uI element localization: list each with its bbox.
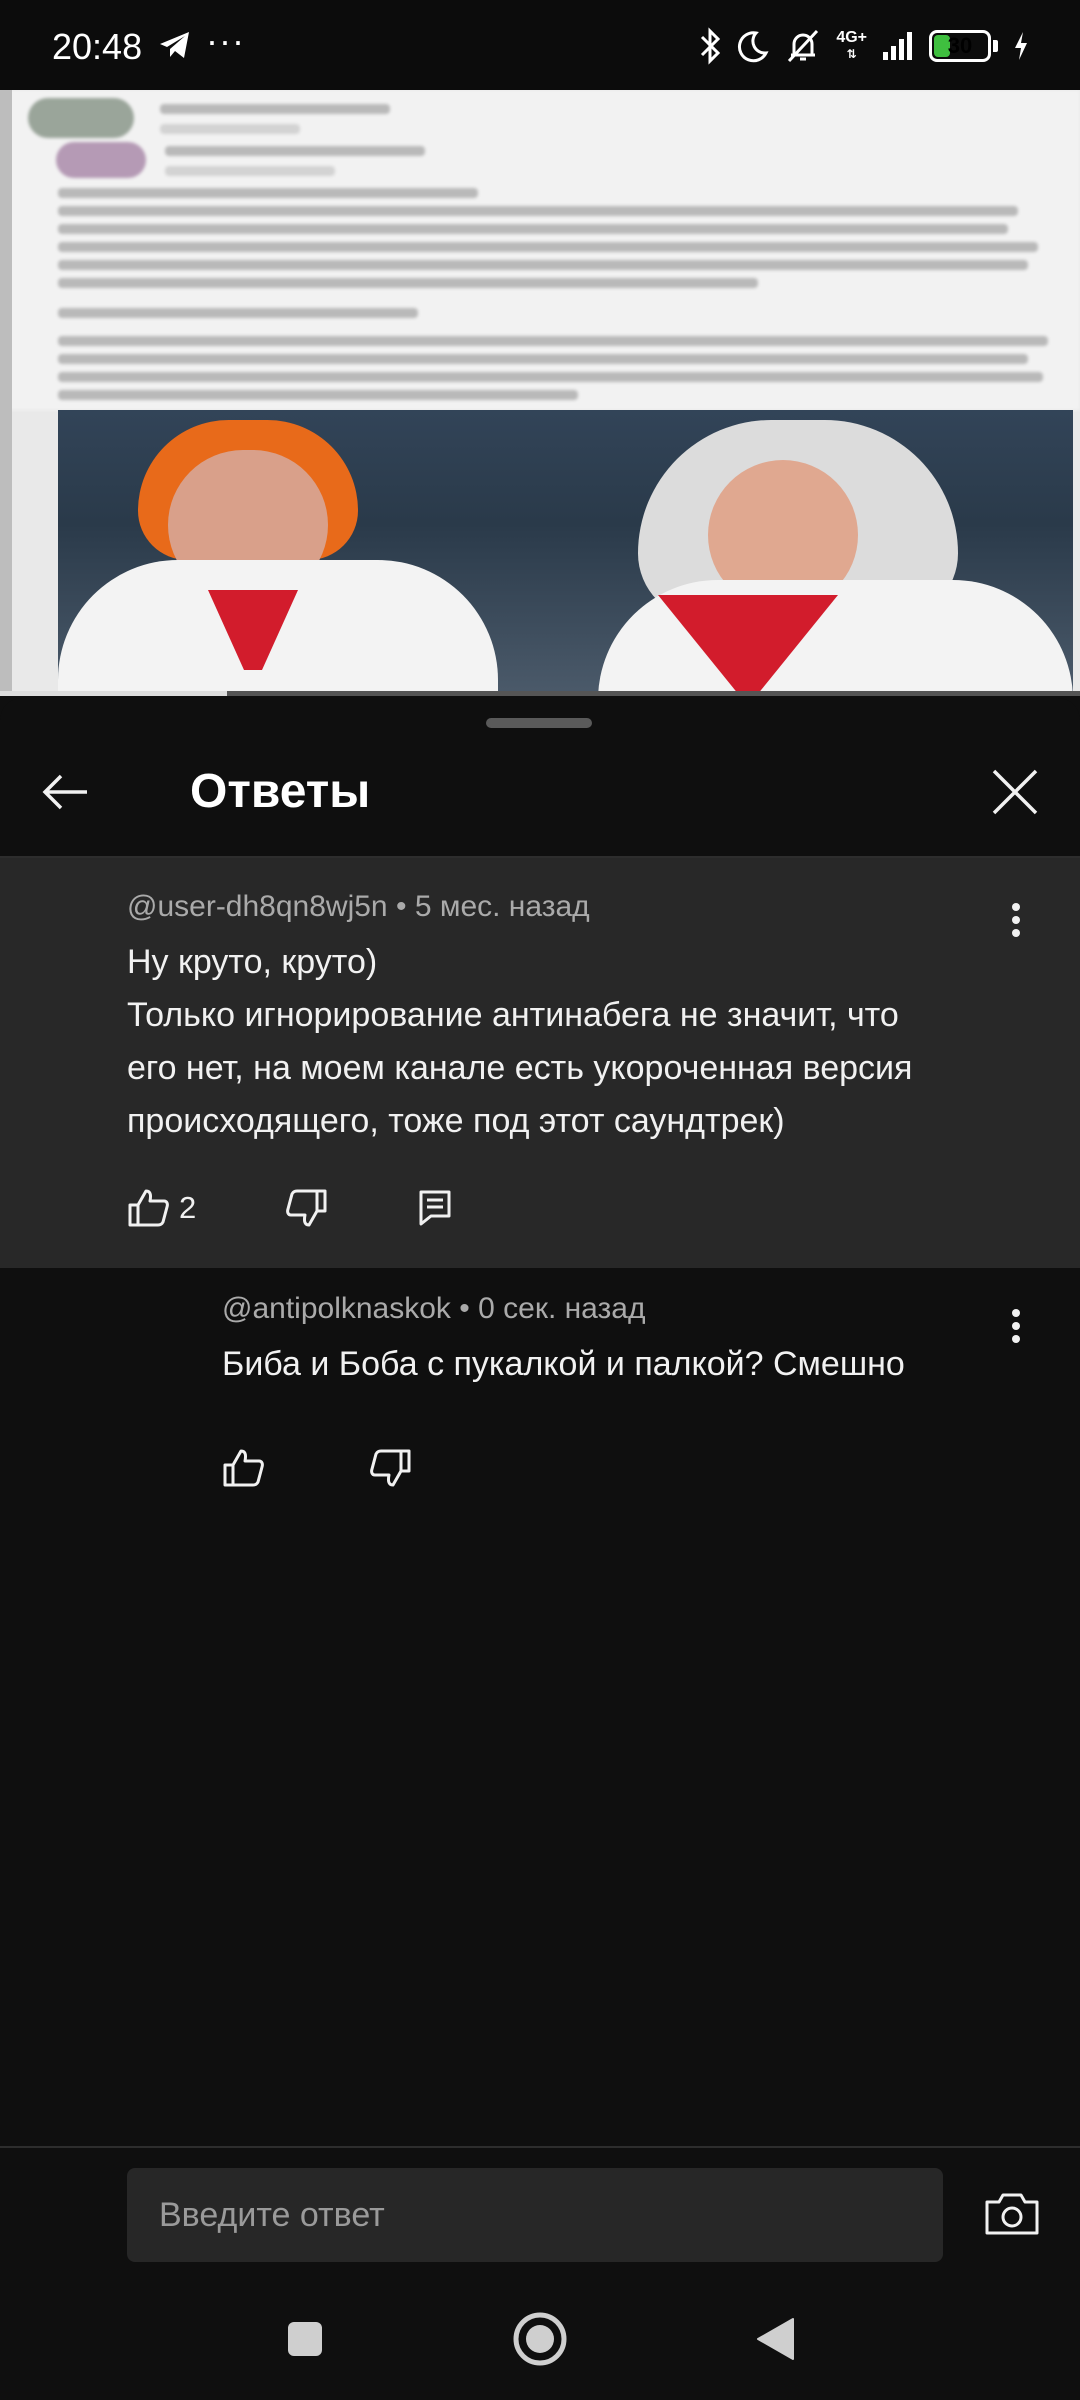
thumb-down-icon [286, 1189, 327, 1227]
reply-input[interactable] [127, 2168, 943, 2262]
clock: 20:48 [52, 26, 143, 67]
system-nav-bar [0, 2276, 1080, 2400]
arrow-left-icon [42, 774, 87, 810]
telegram-icon [160, 32, 189, 58]
replies-sheet: Ответы @user-dh8qn8wj5n • 5 мес. назад Н… [0, 698, 1080, 2400]
person-left [58, 410, 498, 695]
recents-button[interactable] [270, 2304, 340, 2374]
bluetooth-icon [701, 27, 721, 65]
video-frame-document [0, 90, 1080, 410]
reply-input-bar [0, 2146, 1080, 2278]
bell-off-icon [788, 29, 819, 63]
back-button[interactable] [28, 762, 102, 822]
reply-comment: @antipolknaskok • 0 сек. назад Биба и Бо… [0, 1268, 1080, 1498]
comment-author[interactable]: @user-dh8qn8wj5n [127, 890, 388, 923]
comment-text: Ну круто, круто) Только игнорирование ан… [127, 943, 913, 1140]
dislike-button[interactable] [286, 1178, 328, 1238]
comment-text: Биба и Боба с пукалкой и палкой? Смешно [222, 1345, 905, 1383]
camera-button[interactable] [982, 2186, 1042, 2242]
charging-icon [1015, 32, 1027, 60]
sheet-title: Ответы [190, 765, 371, 818]
comment-time: 0 сек. назад [478, 1292, 646, 1325]
drag-handle[interactable] [486, 718, 592, 728]
thumb-up-icon [128, 1189, 169, 1227]
close-icon [992, 769, 1038, 815]
avatar [28, 98, 134, 138]
comment-author[interactable]: @antipolknaskok [222, 1292, 451, 1325]
thumb-down-icon [370, 1449, 411, 1487]
video-player[interactable] [0, 90, 1080, 695]
back-nav-button[interactable] [740, 2304, 810, 2374]
video-progress-fill [0, 691, 227, 696]
battery-level: 30 [947, 33, 973, 58]
moon-icon [738, 31, 769, 63]
avatar [56, 142, 146, 178]
comment-meta: @antipolknaskok • 0 сек. назад [222, 1292, 646, 1325]
comment-time: 5 мес. назад [414, 890, 590, 923]
close-button[interactable] [978, 762, 1052, 822]
triangle-back-icon [757, 2318, 794, 2360]
video-left-edge [0, 90, 12, 695]
like-count: 2 [179, 1190, 197, 1225]
thumb-up-icon [223, 1449, 264, 1487]
comment-actions: 2 [127, 1178, 452, 1238]
home-circle-icon [513, 2312, 567, 2366]
sheet-header: Ответы [0, 734, 1080, 854]
more-vert-icon [1012, 903, 1020, 937]
battery-indicator: 30 [929, 30, 991, 62]
square-icon [288, 2322, 322, 2356]
person-right [598, 410, 1073, 695]
dislike-button[interactable] [370, 1438, 412, 1498]
more-notifications-icon: ··· [206, 20, 245, 61]
status-bar: 20:48 ··· 4G+ ⇅ 30 [0, 0, 1080, 90]
battery-nub [993, 40, 998, 52]
comment-meta: @user-dh8qn8wj5n • 5 мес. назад [127, 890, 590, 923]
comment-icon [419, 1190, 451, 1226]
reply-button[interactable] [418, 1178, 452, 1238]
status-icons: 4G+ ⇅ 30 [698, 24, 1030, 68]
parent-comment: @user-dh8qn8wj5n • 5 мес. назад Ну круто… [0, 858, 1080, 1268]
like-button[interactable] [222, 1438, 264, 1498]
like-button[interactable]: 2 [127, 1178, 196, 1238]
comment-actions [222, 1438, 412, 1498]
network-type: 4G+ ⇅ [836, 29, 867, 62]
camera-icon [985, 2193, 1039, 2235]
home-button[interactable] [505, 2304, 575, 2374]
video-frame-photo [58, 410, 1073, 695]
signal-icon [883, 32, 912, 60]
